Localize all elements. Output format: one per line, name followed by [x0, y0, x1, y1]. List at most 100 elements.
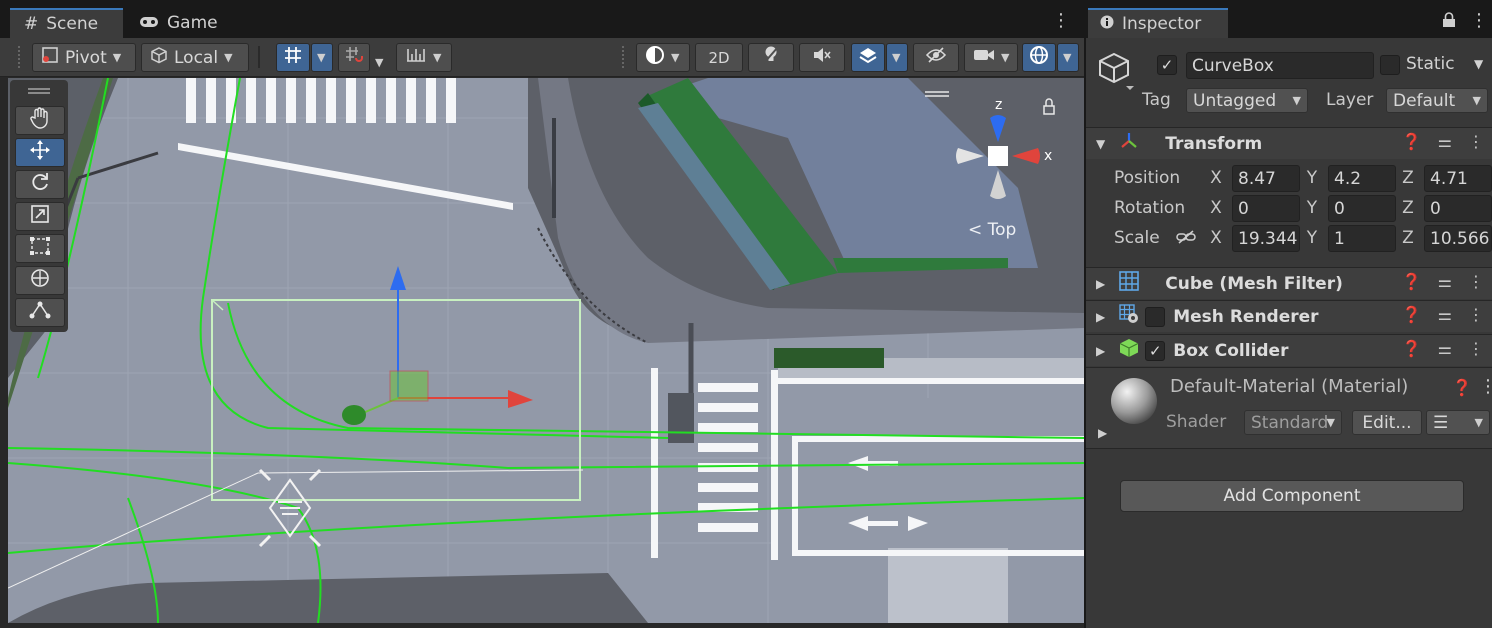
chevron-down-icon: ▼ [224, 51, 233, 64]
tab-scene[interactable]: # Scene [10, 8, 123, 38]
rotation-y-axis[interactable]: Y [1302, 198, 1322, 218]
chevron-down-icon[interactable]: ▼ [375, 51, 383, 71]
preset-sliders-icon[interactable]: ⚌ [1438, 272, 1452, 291]
preset-sliders-icon[interactable]: ⚌ [1438, 339, 1452, 358]
overlay-grip-icon[interactable] [28, 88, 50, 90]
toggle-2d-button[interactable]: 2D [695, 43, 743, 72]
transform-tool-button[interactable] [15, 266, 65, 295]
tab-inspector[interactable]: Inspector [1088, 8, 1228, 38]
help-icon[interactable]: ❓ [1402, 305, 1422, 324]
position-y-field[interactable]: 4.2 [1328, 165, 1396, 192]
rotation-z-axis[interactable]: Z [1398, 198, 1418, 218]
scale-x-field[interactable]: 19.344 [1232, 225, 1300, 252]
shader-dropdown[interactable]: Standard ▼ [1244, 410, 1342, 435]
lock-icon[interactable] [1442, 12, 1456, 33]
scale-x-axis[interactable]: X [1206, 228, 1226, 248]
foldout-closed-icon[interactable]: ▶ [1096, 310, 1105, 324]
chevron-down-icon: ▼ [671, 51, 680, 64]
view-orientation-label[interactable]: < Top [968, 220, 1016, 240]
effects-layers-icon [858, 45, 878, 70]
tab-game[interactable]: Game [125, 8, 235, 38]
more-options-icon[interactable]: ⋮ [1468, 305, 1484, 324]
rotation-z-field[interactable]: 0 [1424, 195, 1492, 222]
mesh-renderer-header[interactable]: ▶ Mesh Renderer ❓ ⚌ ⋮ [1086, 300, 1492, 332]
scene-tabbar: # Scene Game ⋮ [0, 0, 1084, 38]
chevron-down-icon[interactable]: ▼ [1474, 57, 1483, 71]
chevron-down-icon: ▼ [1474, 416, 1483, 429]
material-section: ▶ Default-Material (Material) ❓ ⋮ Shader… [1086, 367, 1492, 449]
rotation-y-field[interactable]: 0 [1328, 195, 1396, 222]
help-icon[interactable]: ❓ [1402, 272, 1422, 291]
scale-z-field[interactable]: 10.566 [1424, 225, 1492, 252]
tag-dropdown[interactable]: Untagged ▼ [1186, 88, 1308, 113]
local-dropdown[interactable]: Local ▼ [141, 43, 249, 72]
scale-tool-button[interactable] [15, 202, 65, 231]
camera-settings-dropdown[interactable]: ▼ [964, 43, 1018, 72]
static-checkbox[interactable] [1380, 55, 1400, 75]
scale-z-axis[interactable]: Z [1398, 228, 1418, 248]
mesh-filter-header[interactable]: ▶ Cube (Mesh Filter) ❓ ⚌ ⋮ [1086, 267, 1492, 299]
cube-icon [150, 46, 168, 69]
object-name-input[interactable]: CurveBox [1186, 52, 1374, 79]
hand-tool-button[interactable] [15, 106, 65, 135]
audio-toggle-button[interactable] [799, 43, 845, 72]
checkmark-icon: ✓ [1148, 341, 1162, 360]
more-options-icon[interactable]: ⋮ [1468, 132, 1484, 151]
foldout-closed-icon[interactable]: ▶ [1096, 277, 1105, 291]
scale-y-axis[interactable]: Y [1302, 228, 1322, 248]
rect-transform-icon [29, 236, 51, 261]
help-icon[interactable]: ❓ [1402, 339, 1422, 358]
ruler-dropdown[interactable]: ▼ [396, 43, 452, 72]
shader-value: Standard [1251, 412, 1327, 433]
gizmos-dropdown[interactable]: ▼ [1057, 43, 1079, 72]
scale-y-field[interactable]: 1 [1328, 225, 1396, 252]
position-x-field[interactable]: 8.47 [1232, 165, 1300, 192]
box-collider-enabled-checkbox[interactable]: ✓ [1145, 340, 1166, 361]
position-z-field[interactable]: 4.71 [1424, 165, 1492, 192]
pivot-icon [41, 46, 59, 69]
more-options-icon[interactable]: ⋮ [1470, 10, 1488, 31]
effects-dropdown[interactable]: ▼ [886, 43, 908, 72]
pivot-dropdown[interactable]: Pivot ▼ [32, 43, 136, 72]
edit-shader-button[interactable]: Edit... [1352, 410, 1422, 435]
foldout-closed-icon[interactable]: ▶ [1098, 426, 1107, 440]
gizmos-toggle-button[interactable] [1022, 43, 1056, 72]
foldout-open-icon[interactable]: ▼ [1096, 137, 1105, 151]
increment-snap-button[interactable] [338, 43, 370, 72]
rotation-x-axis[interactable]: X [1206, 198, 1226, 218]
help-icon[interactable]: ❓ [1452, 378, 1472, 397]
mesh-renderer-enabled-checkbox[interactable] [1145, 306, 1166, 327]
more-options-icon[interactable]: ⋮ [1479, 376, 1492, 397]
position-x-axis[interactable]: X [1206, 168, 1226, 188]
rotate-tool-button[interactable] [15, 170, 65, 199]
box-collider-header[interactable]: ▶ ✓ Box Collider ❓ ⚌ ⋮ [1086, 334, 1492, 366]
hidden-eye-icon [925, 47, 947, 68]
more-options-icon[interactable]: ⋮ [1468, 272, 1484, 291]
effects-toggle-button[interactable] [851, 43, 885, 72]
transform-header[interactable]: ▼ Transform ❓ ⚌ ⋮ [1086, 127, 1492, 159]
shader-options-dropdown[interactable]: ☰ ▼ [1426, 410, 1490, 435]
add-component-button[interactable]: Add Component [1120, 480, 1464, 512]
shading-mode-dropdown[interactable]: ▼ [636, 43, 690, 72]
grid-snap-dropdown[interactable]: ▼ [311, 43, 333, 72]
move-tool-button[interactable] [15, 138, 65, 167]
preset-sliders-icon[interactable]: ⚌ [1438, 132, 1452, 151]
edit-collider-tool-button[interactable] [15, 298, 65, 327]
grid-snap-button[interactable] [276, 43, 310, 72]
active-checkbox[interactable]: ✓ [1157, 55, 1177, 75]
rect-tool-button[interactable] [15, 234, 65, 263]
layer-dropdown[interactable]: Default ▼ [1386, 88, 1488, 113]
more-options-icon[interactable]: ⋮ [1052, 10, 1070, 31]
position-z-axis[interactable]: Z [1398, 168, 1418, 188]
scene-viewport[interactable]: z x [8, 78, 1084, 623]
help-icon[interactable]: ❓ [1402, 132, 1422, 151]
toolbar-separator [258, 46, 260, 68]
foldout-closed-icon[interactable]: ▶ [1096, 344, 1105, 358]
lighting-toggle-button[interactable] [748, 43, 794, 72]
position-y-axis[interactable]: Y [1302, 168, 1322, 188]
more-options-icon[interactable]: ⋮ [1468, 339, 1484, 358]
scene-visibility-button[interactable] [913, 43, 959, 72]
rotation-x-field[interactable]: 0 [1232, 195, 1300, 222]
constrain-proportions-icon[interactable] [1176, 229, 1196, 250]
preset-sliders-icon[interactable]: ⚌ [1438, 305, 1452, 324]
